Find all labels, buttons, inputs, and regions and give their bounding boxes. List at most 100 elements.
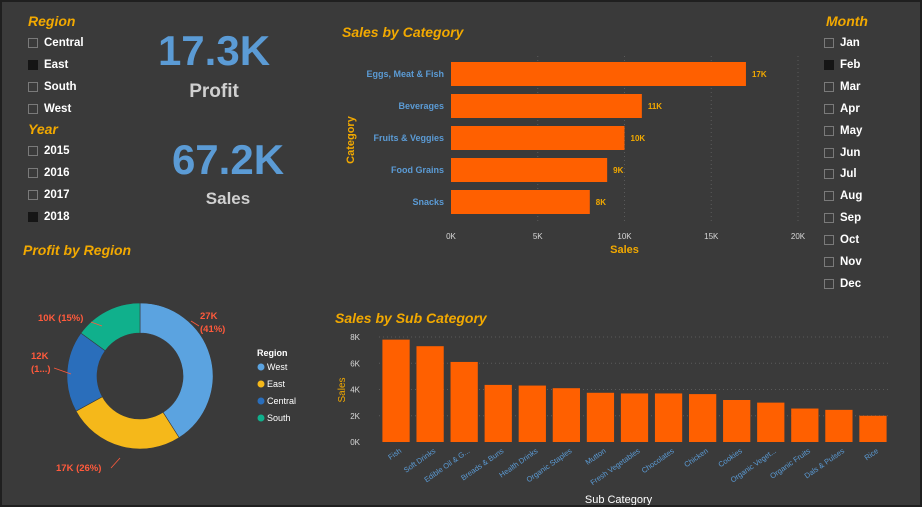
slicer-item-label: Mar [840, 80, 861, 93]
x-tick-label: 5K [533, 232, 543, 241]
subcategory-bar[interactable] [484, 384, 512, 442]
year-item-2018[interactable]: 2018 [28, 209, 70, 225]
month-item-dec[interactable]: Dec [824, 276, 861, 292]
subcategory-bar[interactable] [518, 385, 546, 442]
dashboard: Region Central East South West Year 2015 201… [0, 0, 922, 507]
checkbox[interactable] [28, 212, 38, 222]
region-item-south[interactable]: South [28, 79, 77, 95]
donut-data-label: 12K [31, 351, 49, 362]
x-tick-label: 0K [446, 232, 456, 241]
subcategory-bar[interactable] [689, 394, 717, 442]
subcategory-bar[interactable] [791, 408, 819, 442]
checkbox[interactable] [824, 59, 834, 70]
month-item-mar[interactable]: Mar [824, 79, 860, 95]
subcategory-bar[interactable] [382, 339, 410, 442]
checkbox[interactable] [28, 104, 38, 114]
slicer-item-label: South [44, 81, 77, 93]
year-item-2015[interactable]: 2015 [28, 143, 70, 159]
year-item-2017[interactable]: 2017 [28, 187, 70, 203]
month-item-jun[interactable]: Jun [824, 145, 860, 161]
checkbox[interactable] [824, 235, 834, 246]
subcategory-label: Fish [386, 446, 403, 462]
subcategory-label: Chicken [682, 446, 709, 469]
checkbox[interactable] [824, 125, 834, 136]
checkbox[interactable] [824, 191, 834, 202]
category-bar[interactable] [451, 62, 746, 86]
subcategory-bar[interactable] [620, 393, 649, 442]
legend-swatch [257, 380, 265, 388]
subcategory-bar[interactable] [723, 400, 751, 442]
slicer-item-label: East [44, 59, 69, 71]
donut-slice-east[interactable] [75, 396, 180, 450]
x-tick-label: 15K [704, 232, 719, 241]
checkbox[interactable] [824, 278, 834, 289]
checkbox[interactable] [28, 38, 38, 48]
checkbox[interactable] [28, 168, 38, 178]
category-label: Fruits & Veggies [373, 133, 444, 143]
leader-line [110, 457, 121, 469]
month-item-aug[interactable]: Aug [824, 188, 862, 204]
region-item-west[interactable]: West [28, 101, 71, 117]
donut-data-label: (1...) [31, 364, 51, 375]
x-axis-title: Sales [610, 244, 639, 256]
year-item-2016[interactable]: 2016 [28, 165, 70, 181]
subcategory-bar[interactable] [416, 346, 444, 442]
month-item-feb[interactable]: Feb [824, 57, 860, 73]
category-bar[interactable] [451, 158, 608, 182]
checkbox[interactable] [824, 257, 834, 267]
subcategory-bar[interactable] [825, 409, 853, 442]
slicer-item-label: Apr [840, 102, 860, 115]
legend-label[interactable]: South [267, 413, 291, 423]
checkbox[interactable] [824, 103, 834, 114]
subcategory-bar[interactable] [586, 392, 615, 442]
checkbox[interactable] [28, 60, 38, 70]
month-item-sep[interactable]: Sep [824, 210, 861, 226]
checkbox[interactable] [824, 81, 834, 92]
slicer-item-label: 2015 [44, 145, 70, 157]
month-item-jan[interactable]: Jan [824, 35, 860, 51]
month-item-may[interactable]: May [824, 123, 862, 139]
subcategory-bar[interactable] [450, 361, 478, 442]
subcategory-label: Rice [863, 446, 880, 462]
legend-label[interactable]: West [267, 362, 288, 372]
month-item-oct[interactable]: Oct [824, 232, 859, 248]
subcategory-bar[interactable] [654, 393, 683, 442]
data-label: 10K [631, 134, 646, 143]
slicer-item-label: Oct [840, 234, 860, 247]
subcategory-bar[interactable] [552, 388, 580, 442]
sales-by-category-chart: 0K 5K 10K 15K 20K Eggs, Meat & Fish 17K Beverag… [345, 56, 806, 256]
subcategory-bar[interactable] [859, 415, 887, 442]
slicer-item-label: Jul [840, 168, 857, 181]
donut-data-label: 17K (26%) [56, 463, 101, 474]
slicer-item-label: 2016 [44, 167, 70, 179]
checkbox[interactable] [824, 38, 834, 48]
checkbox[interactable] [28, 190, 38, 200]
month-item-jul[interactable]: Jul [824, 166, 857, 182]
legend-label[interactable]: East [267, 379, 286, 389]
subcategory-label: Cookies [716, 446, 744, 469]
category-label: Eggs, Meat & Fish [366, 69, 444, 79]
checkbox[interactable] [824, 147, 834, 158]
category-bar[interactable] [451, 126, 625, 150]
checkbox[interactable] [28, 146, 38, 156]
year-slicer-title: Year [28, 121, 58, 137]
slicer-item-label: West [44, 103, 72, 115]
legend-label[interactable]: Central [267, 396, 296, 406]
region-item-east[interactable]: East [28, 57, 68, 73]
profit-by-region-title: Profit by Region [23, 242, 132, 258]
y-tick-label: 0K [350, 438, 360, 447]
slicer-item-label: Sep [840, 212, 862, 225]
checkbox[interactable] [824, 169, 834, 180]
slicer-item-label: Aug [840, 190, 863, 203]
month-item-nov[interactable]: Nov [824, 254, 862, 270]
slicer-item-label: Jan [840, 37, 860, 49]
checkbox[interactable] [28, 82, 38, 92]
subcategory-bar[interactable] [757, 402, 785, 442]
slicer-item-label: Feb [840, 58, 861, 71]
category-bar[interactable] [451, 94, 642, 118]
data-label: 9K [613, 166, 623, 175]
month-item-apr[interactable]: Apr [824, 101, 860, 117]
category-bar[interactable] [451, 190, 590, 214]
region-item-central[interactable]: Central [28, 35, 84, 51]
checkbox[interactable] [824, 213, 834, 224]
